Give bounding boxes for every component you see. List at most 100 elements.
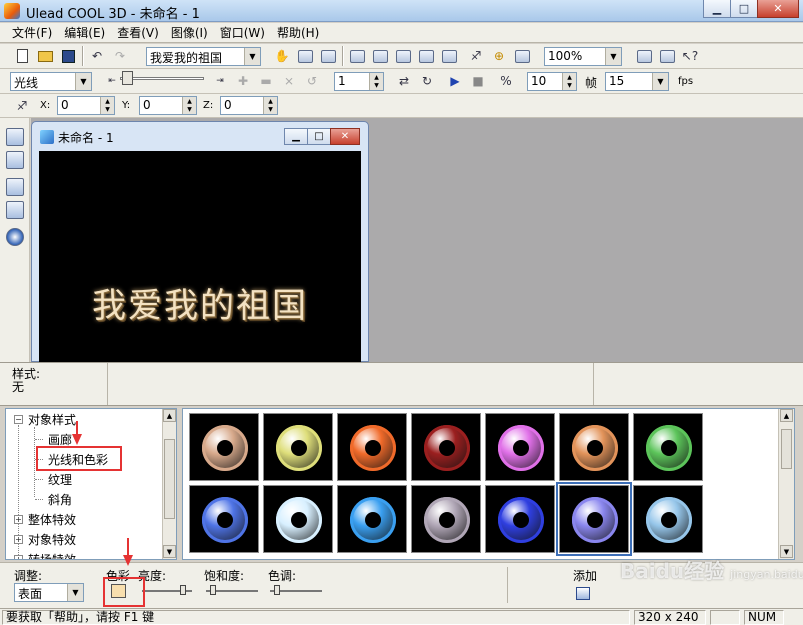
expand-icon[interactable]: + [14,535,23,544]
undo-button[interactable]: ↶ [87,46,107,66]
frames-count-field[interactable]: 10 ▲ ▼ [527,72,577,91]
expand-icon[interactable]: + [14,555,23,559]
gear-icon [202,497,248,543]
save-button[interactable] [58,46,78,66]
hand-tool-button[interactable]: ✋ [272,46,292,66]
object-select[interactable]: 我爱我的祖国 ▼ [146,47,261,66]
stop-button[interactable]: ■ [468,71,488,91]
menu-window[interactable]: 窗口(W) [214,24,271,41]
tree-item-global-effects[interactable]: 整体特效 [28,511,76,528]
gallery-thumbnail[interactable] [485,485,555,553]
tree-item-transition-effects[interactable]: 转场特效 [28,551,76,559]
size-tool-button[interactable] [318,46,338,66]
insert-object-button[interactable] [6,128,24,146]
zoom-select[interactable]: 100% ▼ [544,47,622,66]
gallery-scroll-thumb[interactable] [781,429,792,469]
view-button-2[interactable] [370,46,390,66]
render-canvas[interactable]: 我爱我的祖国 [39,151,361,362]
loop-button[interactable]: ⇄ [394,71,414,91]
new-file-button[interactable] [12,46,32,66]
z-field[interactable]: 0 ▲ ▼ [220,96,278,115]
tree-scroll-thumb[interactable] [164,439,175,519]
fps-select[interactable]: 15 ▼ [605,72,669,91]
timeline-thumb[interactable] [122,71,133,85]
play-button[interactable]: ▶ [445,71,465,91]
gallery-thumbnail[interactable] [485,413,555,481]
image-button[interactable] [657,46,677,66]
pointer-tool-button[interactable]: ♐ [466,46,486,66]
gallery-thumbnail[interactable] [189,413,259,481]
globe-button[interactable]: ⊕ [489,46,509,66]
select-object-button[interactable] [6,201,24,219]
gallery-thumbnail[interactable] [633,485,703,553]
menu-image[interactable]: 图像(I) [165,24,214,41]
tree-item-object-style[interactable]: 对象样式 [28,411,76,428]
gallery-thumbnail[interactable] [263,485,333,553]
insert-geometry-button[interactable] [6,228,24,246]
scroll-up-icon[interactable]: ▲ [163,409,176,422]
gallery-thumbnail[interactable] [263,413,333,481]
menu-edit[interactable]: 编辑(E) [58,24,111,41]
tree-item-texture[interactable]: 纹理 [48,471,72,488]
window-title: Ulead COOL 3D - 未命名 - 1 [26,7,200,22]
view-button-4[interactable] [416,46,436,66]
doc-maximize-button[interactable]: □ [307,128,331,145]
y-field[interactable]: 0 ▲ ▼ [139,96,197,115]
menu-view[interactable]: 查看(V) [111,24,165,41]
tree-scrollbar[interactable]: ▲ ▼ [162,409,176,559]
gallery-thumbnail[interactable] [189,485,259,553]
saturation-thumb[interactable] [210,585,216,595]
doc-close-button[interactable]: ✕ [330,128,360,145]
view-button-3[interactable] [393,46,413,66]
view-button-5[interactable] [439,46,459,66]
scroll-down-icon[interactable]: ▼ [163,545,176,558]
gallery-thumbnail[interactable] [337,413,407,481]
layer-icon [372,49,388,63]
add-style-button[interactable] [573,583,593,603]
close-button[interactable]: ✕ [757,0,799,18]
add-keyframe-button[interactable]: ✚ [233,71,253,91]
minimize-button[interactable]: ▁ [703,0,731,18]
reverse-button[interactable]: ↺ [302,71,322,91]
open-file-button[interactable] [35,46,55,66]
remove-keyframe-button[interactable]: ▬ [256,71,276,91]
insert-text-button[interactable] [6,151,24,169]
doc-minimize-button[interactable]: ▁ [284,128,308,145]
insert-shape-button[interactable] [6,178,24,196]
effect-button[interactable] [634,46,654,66]
menu-file[interactable]: 文件(F) [6,24,58,41]
frame-field[interactable]: 1 ▲ ▼ [334,72,384,91]
gallery-thumbnail[interactable] [556,482,632,556]
gallery-scrollbar[interactable]: ▲ ▼ [778,409,794,559]
tree-item-object-effects[interactable]: 对象特效 [28,531,76,548]
brightness-thumb[interactable] [180,585,186,595]
menu-help[interactable]: 帮助(H) [271,24,325,41]
scroll-up-icon[interactable]: ▲ [780,409,793,422]
first-keyframe-button[interactable]: ⇤ [102,71,122,91]
split-keyframe-button[interactable]: ⨯ [279,71,299,91]
light-select[interactable]: 光线 ▼ [10,72,92,91]
maximize-button[interactable]: □ [730,0,758,18]
edit-button[interactable] [512,46,532,66]
position-tool-button[interactable]: ♐ [12,96,32,116]
hue-thumb[interactable] [274,585,280,595]
gallery-thumbnail[interactable] [411,485,481,553]
refresh-button[interactable]: ↻ [417,71,437,91]
gallery-thumbnail[interactable] [559,413,629,481]
frame-settings-button[interactable]: % [496,71,516,91]
collapse-icon[interactable]: − [14,415,23,424]
tree-item-bevel[interactable]: 斜角 [48,491,72,508]
scene-3d-text[interactable]: 我爱我的祖国 [39,278,361,327]
expand-icon[interactable]: + [14,515,23,524]
redo-button[interactable]: ↷ [110,46,130,66]
next-keyframe-button[interactable]: ⇥ [210,71,230,91]
view-button-1[interactable] [347,46,367,66]
x-field[interactable]: 0 ▲ ▼ [57,96,115,115]
surface-select[interactable]: 表面 ▼ [14,583,84,602]
rotate-tool-button[interactable] [295,46,315,66]
gallery-thumbnail[interactable] [633,413,703,481]
gallery-thumbnail[interactable] [411,413,481,481]
gallery-thumbnail[interactable] [337,485,407,553]
context-help-button[interactable]: ↖? [680,46,700,66]
spin-arrows-icon: ▲ ▼ [100,97,114,114]
